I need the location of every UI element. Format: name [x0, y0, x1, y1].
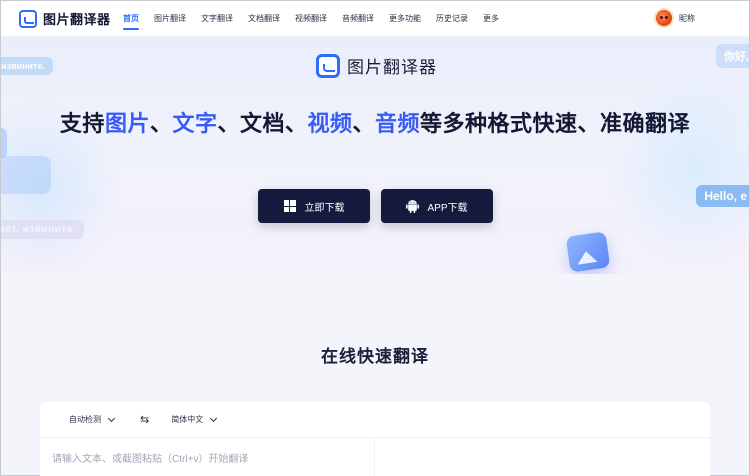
decorative-chat-bubble: 你好,: [715, 44, 749, 68]
user-nickname[interactable]: 昵称: [679, 13, 695, 24]
nav-item-more[interactable]: 更多: [483, 1, 499, 37]
brand[interactable]: 图片翻译器: [19, 9, 117, 28]
image-illustration-icon: [565, 231, 611, 273]
app-download-button-label: APP下载: [427, 202, 468, 214]
nav-item-video-translate[interactable]: 视频翻译: [295, 1, 327, 37]
hero-headline: 支持图片、文字、文档、视频、音频等多种格式快速、准确翻译: [1, 106, 749, 138]
headline-highlight: 文字: [172, 111, 218, 136]
decorative-chat-bubble: Hello, e: [696, 185, 749, 207]
hero-brand-name: 图片翻译器: [347, 58, 437, 77]
headline-highlight: 视频: [307, 111, 353, 136]
source-language-label: 自动检测: [69, 415, 101, 424]
user-menu[interactable]: 昵称: [654, 8, 695, 28]
headline-text: 、: [149, 111, 173, 136]
avatar[interactable]: [654, 8, 674, 28]
download-button[interactable]: 立即下载: [258, 189, 370, 223]
source-text-input[interactable]: 请输入文本、或截图粘贴（Ctrl+v）开始翻译: [40, 438, 375, 476]
decorative-card: [1, 156, 51, 194]
decorative-glow: [609, 68, 749, 268]
download-button-label: 立即下载: [304, 202, 345, 214]
headline-text: 支持: [59, 111, 105, 136]
nav-item-image-translate[interactable]: 图片翻译: [154, 1, 186, 37]
windows-icon: [283, 200, 296, 212]
nav-item-text-translate[interactable]: 文字翻译: [201, 1, 233, 37]
decorative-chat-bubble: вет, извините.: [1, 220, 84, 239]
headline-highlight: 音频: [375, 111, 421, 136]
nav-item-document-translate[interactable]: 文档翻译: [248, 1, 280, 37]
language-bar: 自动检测 ⇆ 简体中文: [40, 402, 710, 438]
brand-name: 图片翻译器: [43, 12, 111, 27]
top-nav: 图片翻译器 首页 图片翻译 文字翻译 文档翻译 视频翻译 音频翻译 更多功能 历…: [1, 1, 749, 37]
chevron-down-icon: [210, 414, 218, 422]
headline-text: 、文档、: [217, 111, 308, 136]
headline-text: 等多种格式快速、准确翻译: [420, 111, 691, 136]
swap-languages-icon[interactable]: ⇆: [140, 413, 149, 426]
app-logo-icon: [316, 53, 340, 78]
app-logo-icon: [19, 9, 37, 28]
nav-item-history[interactable]: 历史记录: [436, 1, 468, 37]
target-language-label: 简体中文: [171, 415, 204, 424]
source-language-select[interactable]: 自动检测: [69, 414, 116, 425]
decorative-chat-bubble: извините.: [1, 57, 53, 75]
headline-highlight: 图片: [104, 111, 150, 136]
section-title: 在线快速翻译: [321, 347, 429, 366]
hero-brand: 图片翻译器: [316, 53, 437, 78]
input-placeholder: 请输入文本、或截图粘贴（Ctrl+v）开始翻译: [52, 454, 249, 465]
hero-banner: извините. вет, извините. 你好, Hello, e 图片…: [1, 38, 749, 274]
chevron-down-icon: [107, 414, 116, 422]
headline-text: 、: [352, 111, 376, 136]
nav-items: 首页 图片翻译 文字翻译 文档翻译 视频翻译 音频翻译 更多功能 历史记录 更多: [123, 1, 514, 37]
android-icon: [406, 200, 420, 213]
nav-item-home[interactable]: 首页: [123, 1, 139, 37]
app-download-button[interactable]: APP下载: [381, 189, 493, 223]
translate-panel: 自动检测 ⇆ 简体中文 请输入文本、或截图粘贴（Ctrl+v）开始翻译: [40, 402, 710, 476]
target-language-select[interactable]: 简体中文: [171, 414, 218, 425]
nav-item-audio-translate[interactable]: 音频翻译: [342, 1, 374, 37]
nav-item-more-features[interactable]: 更多功能: [389, 1, 421, 37]
